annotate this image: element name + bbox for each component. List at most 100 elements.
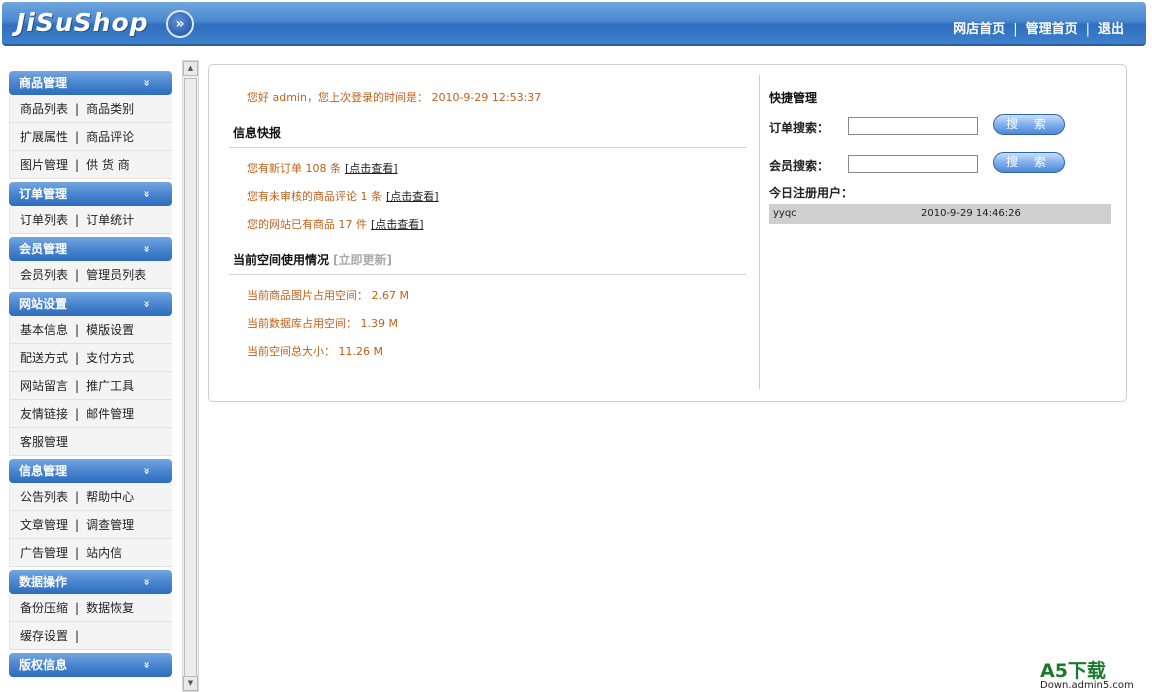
sidebar-item-link[interactable]: 数据恢复	[86, 601, 134, 615]
sidebar-section-title: 信息管理	[19, 464, 68, 478]
separator: |	[75, 323, 80, 337]
sidebar-row: 图片管理 | 供 货 商	[9, 151, 172, 179]
sidebar-section-header[interactable]: 订单管理 »	[9, 182, 172, 206]
logout-link[interactable]: 退出	[1098, 22, 1124, 37]
sidebar-section-title: 会员管理	[19, 242, 68, 256]
sidebar-row: 配送方式 | 支付方式	[9, 344, 172, 372]
member-search-row: 会员搜索： 搜 索	[769, 152, 1114, 182]
sidebar-item-link[interactable]: 公告列表	[20, 490, 68, 504]
order-search-label: 订单搜索：	[769, 121, 830, 135]
news-text: 您有新订单 108 条	[247, 162, 341, 175]
sidebar-section-title: 版权信息	[19, 658, 68, 672]
sidebar-row: 扩展属性 | 商品评论	[9, 123, 172, 151]
separator: |	[75, 601, 80, 615]
sidebar-item-link[interactable]: 网站留言	[20, 379, 68, 393]
scroll-up-icon[interactable]: ▲	[183, 61, 198, 76]
chevron-down-icon[interactable]: »	[134, 661, 158, 668]
sidebar-item-link[interactable]: 管理员列表	[86, 268, 146, 282]
news-text: 您有未审核的商品评论 1 条	[247, 190, 382, 203]
sidebar-section-header[interactable]: 信息管理 »	[9, 459, 172, 483]
view-reviews-link[interactable]: [点击查看]	[386, 190, 439, 203]
member-search-label: 会员搜索：	[769, 159, 830, 173]
separator: |	[75, 351, 80, 365]
column-divider	[759, 75, 760, 389]
space-title-text: 当前空间使用情况	[233, 253, 330, 267]
chevron-down-icon[interactable]: »	[134, 300, 158, 307]
sidebar-item-link[interactable]: 商品列表	[20, 102, 68, 116]
site-watermark: A5下载 Down.admin5.com	[1040, 656, 1148, 691]
chevron-down-icon[interactable]: »	[134, 79, 158, 86]
sidebar-item-link[interactable]: 商品评论	[86, 130, 134, 144]
sidebar-item-link[interactable]: 广告管理	[20, 546, 68, 560]
vertical-scrollbar[interactable]: ▲ ▼	[182, 60, 199, 692]
news-item: 您的网站已有商品 17 件 [点击查看]	[247, 216, 746, 232]
order-search-button[interactable]: 搜 索	[993, 114, 1065, 135]
sidebar-item-link[interactable]: 调查管理	[86, 518, 134, 532]
sidebar-item-link[interactable]: 会员列表	[20, 268, 68, 282]
sidebar-item-link[interactable]: 文章管理	[20, 518, 68, 532]
sidebar-section-header[interactable]: 会员管理 »	[9, 237, 172, 261]
separator: |	[75, 379, 80, 393]
scroll-down-icon[interactable]: ▼	[183, 676, 198, 691]
admin-home-link[interactable]: 管理首页	[1026, 22, 1078, 37]
sidebar-section-header[interactable]: 版权信息 »	[9, 653, 172, 677]
sidebar-row: 网站留言 | 推广工具	[9, 372, 172, 400]
separator: |	[75, 102, 80, 116]
sidebar-item-link[interactable]: 模版设置	[86, 323, 134, 337]
separator: |	[1013, 22, 1018, 37]
update-now-link[interactable]: [立即更新]	[333, 253, 392, 267]
member-search-input[interactable]	[848, 155, 978, 173]
news-item: 您有新订单 108 条 [点击查看]	[247, 160, 746, 176]
chevron-down-icon[interactable]: »	[134, 578, 158, 585]
sidebar-row: 基本信息 | 模版设置	[9, 316, 172, 344]
view-orders-link[interactable]: [点击查看]	[345, 162, 398, 175]
member-search-button[interactable]: 搜 索	[993, 152, 1065, 173]
view-products-link[interactable]: [点击查看]	[371, 218, 424, 231]
scroll-thumb[interactable]	[184, 78, 197, 684]
sidebar-menu: 商品管理» 商品列表 | 商品类别 扩展属性 | 商品评论 图片管理 | 供 货 商订单管理» 订单…	[9, 68, 172, 692]
registered-user-name[interactable]: yyqc	[773, 204, 797, 224]
sidebar-item-link[interactable]: 供 货 商	[86, 158, 130, 172]
sidebar-item-link[interactable]: 站内信	[86, 546, 122, 560]
sidebar-section-header[interactable]: 数据操作 »	[9, 570, 172, 594]
sidebar-item-link[interactable]: 基本信息	[20, 323, 68, 337]
separator: |	[75, 629, 80, 643]
sidebar-row: 公告列表 | 帮助中心	[9, 483, 172, 511]
sidebar-item-link[interactable]: 客服管理	[20, 435, 68, 449]
chevron-down-icon[interactable]: »	[134, 467, 158, 474]
sidebar-section-title: 网站设置	[19, 297, 68, 311]
sidebar-item-link[interactable]: 订单统计	[86, 213, 134, 227]
sidebar-row: 商品列表 | 商品类别	[9, 95, 172, 123]
sidebar-row: 订单列表 | 订单统计	[9, 206, 172, 234]
sidebar-toggle-icon[interactable]: »	[166, 10, 194, 38]
sidebar-row: 文章管理 | 调查管理	[9, 511, 172, 539]
logo: JiSuShop	[16, 8, 149, 37]
separator: |	[1085, 22, 1090, 37]
sidebar-item-link[interactable]: 帮助中心	[86, 490, 134, 504]
sidebar-section-header[interactable]: 网站设置 »	[9, 292, 172, 316]
sidebar-item-link[interactable]: 商品类别	[86, 102, 134, 116]
registered-users-title: 今日注册用户：	[769, 186, 854, 200]
order-search-input[interactable]	[848, 117, 978, 135]
sidebar-section-header[interactable]: 商品管理 »	[9, 71, 172, 95]
separator: |	[75, 130, 80, 144]
space-item: 当前商品图片占用空间： 2.67 M	[247, 289, 409, 302]
sidebar-section-title: 商品管理	[19, 76, 68, 90]
sidebar-item-link[interactable]: 订单列表	[20, 213, 68, 227]
sidebar-item-link[interactable]: 图片管理	[20, 158, 68, 172]
sidebar-item-link[interactable]: 备份压缩	[20, 601, 68, 615]
separator: |	[75, 490, 80, 504]
sidebar-row: 客服管理	[9, 428, 172, 456]
chevron-down-icon[interactable]: »	[134, 245, 158, 252]
sidebar-item-link[interactable]: 缓存设置	[20, 629, 68, 643]
watermark-url: Down.admin5.com	[1040, 680, 1134, 691]
sidebar-item-link[interactable]: 扩展属性	[20, 130, 68, 144]
chevron-down-icon[interactable]: »	[134, 190, 158, 197]
shop-home-link[interactable]: 网店首页	[953, 22, 1005, 37]
sidebar-item-link[interactable]: 推广工具	[86, 379, 134, 393]
sidebar-item-link[interactable]: 友情链接	[20, 407, 68, 421]
sidebar-item-link[interactable]: 配送方式	[20, 351, 68, 365]
space-item: 当前空间总大小： 11.26 M	[247, 345, 383, 358]
sidebar-item-link[interactable]: 邮件管理	[86, 407, 134, 421]
sidebar-item-link[interactable]: 支付方式	[86, 351, 134, 365]
